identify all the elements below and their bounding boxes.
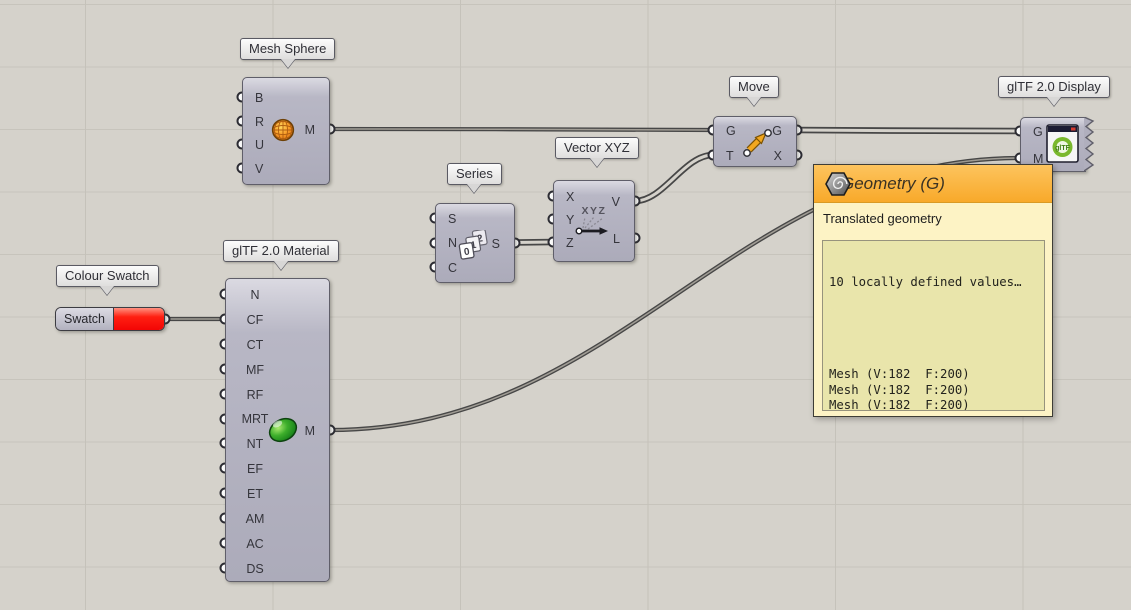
gltf-material-component[interactable]: N CF CT MF RF MRT NT EF ET AM AC DS M [225, 278, 330, 582]
output-port-label: M [305, 424, 315, 438]
input-port-label: N [250, 288, 259, 302]
input-port-label: S [448, 212, 456, 226]
material-bean-icon [266, 413, 302, 447]
input-port-label: U [255, 138, 264, 152]
move-component[interactable]: GT GX [713, 116, 797, 167]
input-port-label: MRT [242, 412, 269, 426]
input-port-label: G [726, 124, 736, 138]
series-icon: 2 1 0 [457, 230, 493, 262]
mesh-sphere-icon [271, 118, 295, 142]
tooltip-description: Translated geometry [823, 211, 1052, 226]
input-port-label: X [566, 190, 574, 204]
series-inputs: SNC [436, 207, 457, 281]
input-port-label: EF [247, 462, 263, 476]
tooltip-list-item: Mesh (V:182 F:200) [829, 383, 1044, 398]
wire-vector-to-move-core [635, 155, 713, 201]
parameter-tooltip: Geometry (G) Translated geometry 10 loca… [813, 164, 1053, 417]
series-tag: Series [447, 163, 502, 185]
input-port-label: DS [246, 562, 263, 576]
input-port-label: ET [247, 487, 263, 501]
tooltip-list-item: Mesh (V:182 F:200) [829, 398, 1044, 411]
input-port-label: MF [246, 363, 264, 377]
input-port-label: B [255, 91, 263, 105]
move-inputs: GT [714, 119, 736, 169]
wire-move-to-display-core [797, 130, 1020, 131]
input-port-label: CF [247, 313, 264, 327]
move-arrow-icon [738, 124, 776, 162]
mesh-sphere-tag: Mesh Sphere [240, 38, 335, 60]
gltf-logo-label: glTF [1055, 145, 1070, 152]
tooltip-list-item: Mesh (V:182 F:200) [829, 367, 1044, 382]
gltf-material-tag: glTF 2.0 Material [223, 240, 339, 262]
gltf-display-tag: glTF 2.0 Display [998, 76, 1110, 98]
input-port-label: C [448, 261, 457, 275]
gltf-display-icon: glTF [1046, 124, 1082, 166]
vector-xyz-component[interactable]: XYZ VL XYZ [553, 180, 635, 262]
grasshopper-canvas[interactable]: Mesh Sphere BRUV M Colour Swat [0, 0, 1131, 610]
input-port-label: V [255, 162, 263, 176]
tooltip-header: Geometry (G) [814, 165, 1052, 203]
output-port-label: M [305, 123, 315, 137]
move-tag: Move [729, 76, 779, 98]
input-port-label: CT [247, 338, 264, 352]
vector-xyz-icon-label: XYZ [582, 205, 607, 217]
input-port-label: AC [246, 537, 263, 551]
mesh-sphere-outputs: M [305, 118, 329, 142]
input-port-label: NT [247, 437, 264, 451]
vector-xyz-icon: XYZ [572, 203, 618, 241]
gltf-display-torn-edge [1084, 117, 1100, 173]
mesh-sphere-component[interactable]: BRUV M [242, 77, 330, 185]
input-port-label: T [726, 149, 734, 163]
vector-xyz-tag: Vector XYZ [555, 137, 639, 159]
gltf-material-outputs: M [305, 419, 329, 444]
swatch-label: Swatch [56, 308, 114, 330]
input-port-label: G [1033, 125, 1043, 139]
input-port-label: RF [247, 388, 264, 402]
colour-swatch-component[interactable]: Swatch [55, 307, 165, 331]
geometry-icon [824, 170, 852, 198]
input-port-label: AM [246, 512, 265, 526]
input-port-label: N [448, 236, 457, 250]
input-port-label: R [255, 115, 264, 129]
colour-swatch-tag: Colour Swatch [56, 265, 159, 287]
swatch-color-well[interactable] [114, 308, 164, 330]
tooltip-list-items: Mesh (V:182 F:200)Mesh (V:182 F:200)Mesh… [829, 321, 1044, 411]
series-outputs: S [492, 232, 514, 257]
series-component[interactable]: SNC S 2 1 0 [435, 203, 515, 283]
tooltip-list-header: 10 locally defined values… [829, 275, 1044, 290]
mesh-sphere-inputs: BRUV [243, 86, 264, 181]
tooltip-title: Geometry (G) [841, 174, 945, 194]
tooltip-value-list: 10 locally defined values… Mesh (V:182 F… [822, 240, 1045, 411]
